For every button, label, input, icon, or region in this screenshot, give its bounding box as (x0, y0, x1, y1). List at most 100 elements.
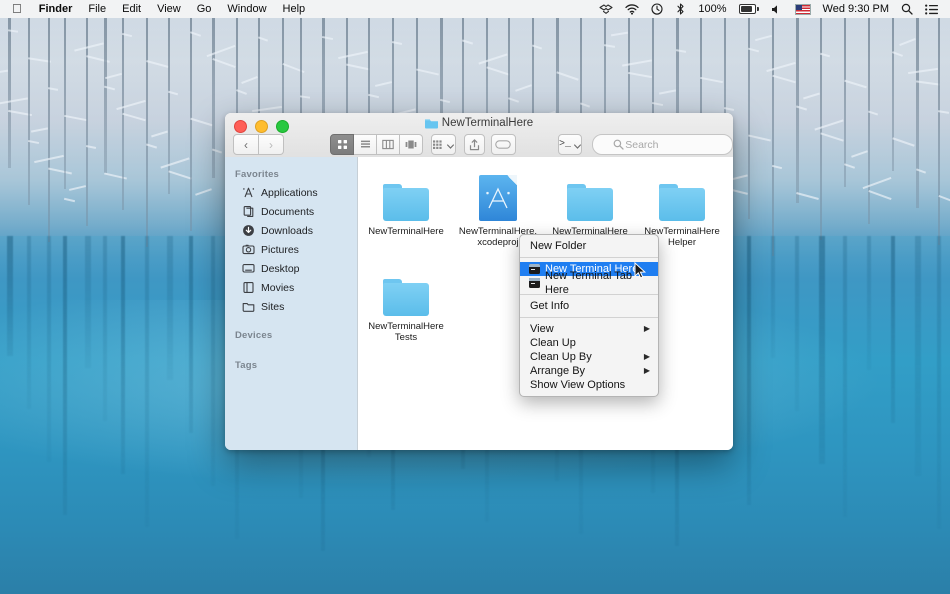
menu-item-label: View (530, 322, 554, 336)
sidebar-item-label: Documents (261, 206, 314, 218)
search-field[interactable]: Search (592, 134, 733, 155)
terminal-icon (529, 278, 540, 288)
menu-item-label: Clean Up (530, 336, 576, 350)
submenu-arrow-icon: ▶ (644, 350, 650, 364)
share-button[interactable] (464, 134, 486, 155)
search-icon (613, 139, 624, 153)
menu-item-show-view-options[interactable]: Show View Options (520, 378, 658, 392)
bluetooth-icon[interactable] (669, 3, 692, 15)
us-flag-icon[interactable] (789, 4, 817, 15)
menu-item-clean-up[interactable]: Clean Up (520, 336, 658, 350)
pictures-icon (241, 243, 255, 257)
clock-label[interactable]: Wed 9:30 PM (817, 0, 895, 18)
folder-icon (425, 118, 438, 129)
list-view-button[interactable] (354, 134, 377, 155)
back-button[interactable]: ‹ (233, 134, 259, 155)
notification-center-icon[interactable] (919, 4, 944, 15)
view-mode-segmented-control[interactable] (330, 134, 423, 155)
column-view-button[interactable] (377, 134, 400, 155)
battery-percent-label: 100% (692, 0, 732, 18)
submenu-arrow-icon: ▶ (644, 364, 650, 378)
sidebar-item-pictures[interactable]: Pictures (225, 240, 357, 259)
menu-bar-status-area: 100% Wed 9:30 PM (593, 0, 950, 18)
menu-bar-left:  Finder File Edit View Go Window Help (0, 0, 313, 18)
file-label: NewTerminalHere (362, 226, 450, 237)
menu-item-clean-up-by[interactable]: Clean Up By ▶ (520, 350, 658, 364)
navigation-buttons: ‹ › (233, 134, 284, 155)
search-placeholder: Search (625, 139, 658, 151)
menu-item-view[interactable]: View (149, 0, 189, 18)
applications-icon (241, 186, 255, 200)
terminal-prompt-icon: >_ (559, 139, 571, 150)
finder-sidebar[interactable]: Favorites Applications Documents Downloa… (225, 157, 358, 450)
file-item-tests[interactable]: NewTerminalHereTests (362, 262, 450, 343)
menu-separator (520, 257, 658, 258)
file-item-newterminalhere[interactable]: NewTerminalHere (362, 167, 450, 248)
sites-icon (241, 300, 255, 314)
sidebar-item-label: Downloads (261, 225, 313, 237)
window-title-bar[interactable]: NewTerminalHere ‹ › (225, 113, 733, 158)
menu-item-get-info[interactable]: Get Info (520, 299, 658, 313)
sidebar-item-label: Movies (261, 282, 294, 294)
menu-item-file[interactable]: File (80, 0, 114, 18)
sidebar-item-sites[interactable]: Sites (225, 297, 357, 316)
menu-item-window[interactable]: Window (219, 0, 274, 18)
icon-view-button[interactable] (330, 134, 354, 155)
forward-button[interactable]: › (259, 134, 284, 155)
sidebar-item-applications[interactable]: Applications (225, 183, 357, 202)
sidebar-item-label: Pictures (261, 244, 299, 256)
terminal-toolbar-button[interactable]: >_ (558, 134, 583, 155)
sidebar-section-tags: Tags (225, 356, 357, 374)
folder-icon (362, 270, 450, 316)
context-menu[interactable]: New Folder New Terminal Here New Termina… (519, 234, 659, 397)
sidebar-item-desktop[interactable]: Desktop (225, 259, 357, 278)
window-toolbar[interactable]: ‹ › (225, 132, 733, 157)
menu-item-label: Arrange By (530, 364, 585, 378)
menu-item-label: New Folder (530, 239, 586, 253)
file-label: NewTerminalHereTests (362, 321, 450, 343)
arrange-button[interactable] (431, 134, 456, 155)
terminal-icon (529, 264, 540, 274)
menu-bar[interactable]:  Finder File Edit View Go Window Help 1… (0, 0, 950, 18)
folder-icon (546, 175, 634, 221)
sidebar-section-devices: Devices (225, 326, 357, 344)
menu-item-finder[interactable]: Finder (31, 0, 81, 18)
menu-item-label: Clean Up By (530, 350, 592, 364)
time-machine-icon[interactable] (645, 3, 669, 15)
dropbox-icon[interactable] (593, 4, 619, 15)
battery-charging-icon[interactable] (733, 4, 765, 14)
desktop-icon (241, 262, 255, 276)
menu-item-edit[interactable]: Edit (114, 0, 149, 18)
coverflow-view-button[interactable] (400, 134, 423, 155)
sidebar-item-label: Sites (261, 301, 284, 313)
tag-button[interactable] (491, 134, 516, 155)
volume-icon[interactable] (765, 4, 789, 15)
menu-item-help[interactable]: Help (275, 0, 314, 18)
folder-icon (638, 175, 726, 221)
chevron-down-icon (447, 136, 454, 154)
menu-item-new-folder[interactable]: New Folder (520, 239, 658, 253)
window-title: NewTerminalHere (225, 117, 733, 129)
menu-item-arrange-by[interactable]: Arrange By ▶ (520, 364, 658, 378)
sidebar-item-label: Applications (261, 187, 318, 199)
sidebar-item-downloads[interactable]: Downloads (225, 221, 357, 240)
movies-icon (241, 281, 255, 295)
arrow-cursor (634, 262, 647, 285)
documents-icon (241, 205, 255, 219)
menu-item-go[interactable]: Go (189, 0, 220, 18)
menu-item-label: Show View Options (530, 378, 625, 392)
search-icon[interactable] (895, 3, 919, 15)
sidebar-item-documents[interactable]: Documents (225, 202, 357, 221)
xcodeproj-icon (454, 175, 542, 221)
apple-menu-icon[interactable]:  (8, 1, 31, 17)
sidebar-item-movies[interactable]: Movies (225, 278, 357, 297)
menu-item-label: Get Info (530, 299, 569, 313)
menu-item-view[interactable]: View ▶ (520, 322, 658, 336)
menu-separator (520, 317, 658, 318)
sidebar-section-favorites: Favorites (225, 165, 357, 183)
window-title-text: NewTerminalHere (442, 117, 533, 129)
folder-icon (362, 175, 450, 221)
downloads-icon (241, 224, 255, 238)
chevron-down-icon (574, 136, 581, 154)
wifi-icon[interactable] (619, 4, 645, 15)
